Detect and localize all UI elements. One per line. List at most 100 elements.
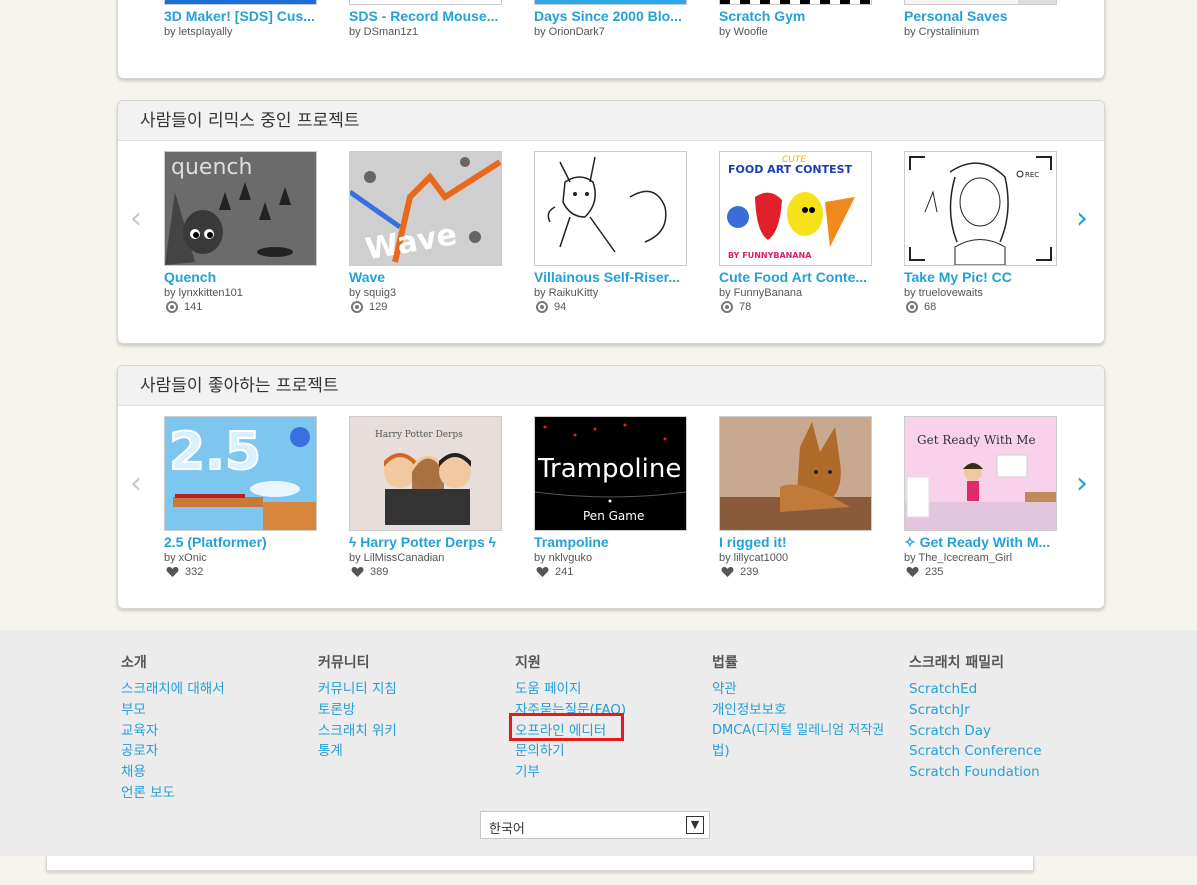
project-thumbnail[interactable]: Trampoline Pen Game	[534, 416, 687, 531]
footer-link[interactable]: 통계	[318, 741, 397, 762]
project-thumbnail[interactable]	[534, 151, 687, 266]
project-thumbnail[interactable]	[719, 0, 872, 5]
project-thumbnail[interactable]: 2.5	[164, 416, 317, 531]
project-title[interactable]: Take My Pic! CC	[904, 269, 1059, 286]
project-thumbnail[interactable]: CUTE FOOD ART CONTEST BY FUNNYBANANA	[719, 151, 872, 266]
section-heading: 사람들이 좋아하는 프로젝트	[118, 366, 1104, 406]
project-title[interactable]: Days Since 2000 Blo...	[534, 8, 689, 25]
love-count-value: 239	[740, 566, 759, 578]
project-title[interactable]: Cute Food Art Conte...	[719, 269, 874, 286]
project-title[interactable]: SDS - Record Mouse...	[349, 8, 504, 25]
project-title[interactable]: Scratch Gym	[719, 8, 874, 25]
footer-link[interactable]: 언론 보도	[121, 783, 225, 804]
language-select[interactable]: 한국어 ▼	[480, 811, 710, 839]
footer-link[interactable]: DMCA(디지털 밀레니엄 저작권	[712, 721, 907, 742]
project-author[interactable]: by nklvguko	[534, 551, 689, 565]
project-card[interactable]: quench Quench by lynxkitten101 141	[164, 151, 319, 314]
project-title[interactable]: Trampoline	[534, 534, 689, 551]
project-card[interactable]: Get Ready With Me ✧ Get Ready With M... …	[904, 416, 1059, 579]
project-author[interactable]: by RaikuKitty	[534, 286, 689, 300]
project-title[interactable]: 3D Maker! [SDS] Cus...	[164, 8, 319, 25]
project-thumbnail[interactable]: Get Ready With Me	[904, 416, 1057, 531]
footer-link[interactable]: 기부	[515, 762, 626, 783]
footer-link[interactable]: 교육자	[121, 721, 225, 742]
project-author[interactable]: by squig3	[349, 286, 504, 300]
footer-link[interactable]: 문의하기	[515, 741, 626, 762]
project-thumbnail[interactable]: REC	[904, 151, 1057, 266]
page-bottom-edge	[46, 856, 1034, 871]
project-card[interactable]: SDS - Record Mouse... by DSman1z1	[349, 0, 504, 39]
footer-link[interactable]: 스크래치에 대해서	[121, 679, 225, 700]
project-author[interactable]: by lillycat1000	[719, 551, 874, 565]
project-thumbnail[interactable]	[164, 0, 317, 5]
thumb-text: FOOD ART CONTEST	[728, 163, 853, 176]
footer-link[interactable]: ScratchJr	[909, 700, 1042, 721]
project-author[interactable]: by The_Icecream_Girl	[904, 551, 1059, 565]
project-card[interactable]: Villainous Self-Riser... by RaikuKitty 9…	[534, 151, 689, 314]
remix-count-value: 68	[924, 301, 937, 313]
project-card[interactable]: Wave Wave by squig3 129	[349, 151, 504, 314]
project-thumbnail[interactable]: quench	[164, 151, 317, 266]
project-author[interactable]: by Woofle	[719, 25, 874, 39]
thumb-text: Trampoline	[537, 454, 681, 484]
project-author[interactable]: by truelovewaits	[904, 286, 1059, 300]
project-title[interactable]: I rigged it!	[719, 534, 874, 551]
project-author[interactable]: by LilMissCanadian	[349, 551, 504, 565]
footer-link[interactable]: 공로자	[121, 741, 225, 762]
project-card[interactable]: I rigged it! by lillycat1000 239	[719, 416, 874, 579]
project-card[interactable]: CUTE FOOD ART CONTEST BY FUNNYBANANA Cut…	[719, 151, 874, 314]
footer-link[interactable]: 도움 페이지	[515, 679, 626, 700]
project-card[interactable]: Days Since 2000 Blo... by OrionDark7	[534, 0, 689, 39]
footer-link[interactable]: Scratch Foundation	[909, 762, 1042, 783]
project-title[interactable]: Personal Saves	[904, 8, 1059, 25]
chevron-down-icon[interactable]: ▼	[686, 816, 704, 834]
project-thumbnail[interactable]: Wave	[349, 151, 502, 266]
project-card[interactable]: Scratch Gym by Woofle	[719, 0, 874, 39]
footer-link[interactable]: Scratch Conference	[909, 741, 1042, 762]
love-count-value: 241	[555, 566, 574, 578]
project-card[interactable]: 2.5 2.5 (Platformer) by xOnic 332	[164, 416, 319, 579]
footer-link[interactable]: 스크래치 위키	[318, 721, 397, 742]
highlight-box	[509, 713, 624, 741]
footer-link[interactable]: 부모	[121, 700, 225, 721]
project-author[interactable]: by Crystalinium	[904, 25, 1059, 39]
project-title[interactable]: 2.5 (Platformer)	[164, 534, 319, 551]
project-card[interactable]: Harry Potter Derps ϟ Harry Potter Derps …	[349, 416, 504, 579]
project-thumbnail[interactable]	[349, 0, 502, 5]
project-author[interactable]: by FunnyBanana	[719, 286, 874, 300]
footer-link[interactable]: 개인정보보호	[712, 700, 907, 721]
project-author[interactable]: by DSman1z1	[349, 25, 504, 39]
project-title[interactable]: Wave	[349, 269, 504, 286]
footer-link[interactable]: 채용	[121, 762, 225, 783]
footer-heading: 법률	[712, 655, 738, 671]
project-author[interactable]: by lynxkitten101	[164, 286, 319, 300]
remix-icon	[351, 301, 363, 313]
footer-link[interactable]: 법)	[712, 741, 907, 762]
chevron-right-icon[interactable]: ›	[1076, 201, 1088, 236]
footer-link[interactable]: ScratchEd	[909, 679, 1042, 700]
project-title[interactable]: Villainous Self-Riser...	[534, 269, 689, 286]
project-thumbnail[interactable]	[534, 0, 687, 5]
project-title[interactable]: Quench	[164, 269, 319, 286]
footer-link[interactable]: 토론방	[318, 700, 397, 721]
project-card[interactable]: Trampoline Pen Game Trampoline by nklvgu…	[534, 416, 689, 579]
footer-link[interactable]: 커뮤니티 지침	[318, 679, 397, 700]
project-thumbnail[interactable]	[719, 416, 872, 531]
project-author[interactable]: by OrionDark7	[534, 25, 689, 39]
language-select-value: 한국어	[489, 822, 525, 837]
project-card[interactable]: 3D Maker! [SDS] Cus... by letsplayally	[164, 0, 319, 39]
project-title[interactable]: ✧ Get Ready With M...	[904, 534, 1059, 551]
chevron-right-icon[interactable]: ›	[1076, 466, 1088, 501]
project-card[interactable]: REC Take My Pic! CC by truelovewaits 68	[904, 151, 1059, 314]
project-author[interactable]: by letsplayally	[164, 25, 319, 39]
heart-icon	[166, 566, 179, 577]
chevron-left-icon[interactable]: ‹	[130, 466, 142, 501]
project-thumbnail[interactable]	[904, 0, 1057, 5]
project-thumbnail[interactable]: Harry Potter Derps	[349, 416, 502, 531]
chevron-left-icon[interactable]: ‹	[130, 201, 142, 236]
project-author[interactable]: by xOnic	[164, 551, 319, 565]
project-title[interactable]: ϟ Harry Potter Derps ϟ	[349, 534, 504, 551]
footer-link[interactable]: 약관	[712, 679, 907, 700]
project-card[interactable]: Personal Saves by Crystalinium	[904, 0, 1059, 39]
footer-link[interactable]: Scratch Day	[909, 721, 1042, 742]
